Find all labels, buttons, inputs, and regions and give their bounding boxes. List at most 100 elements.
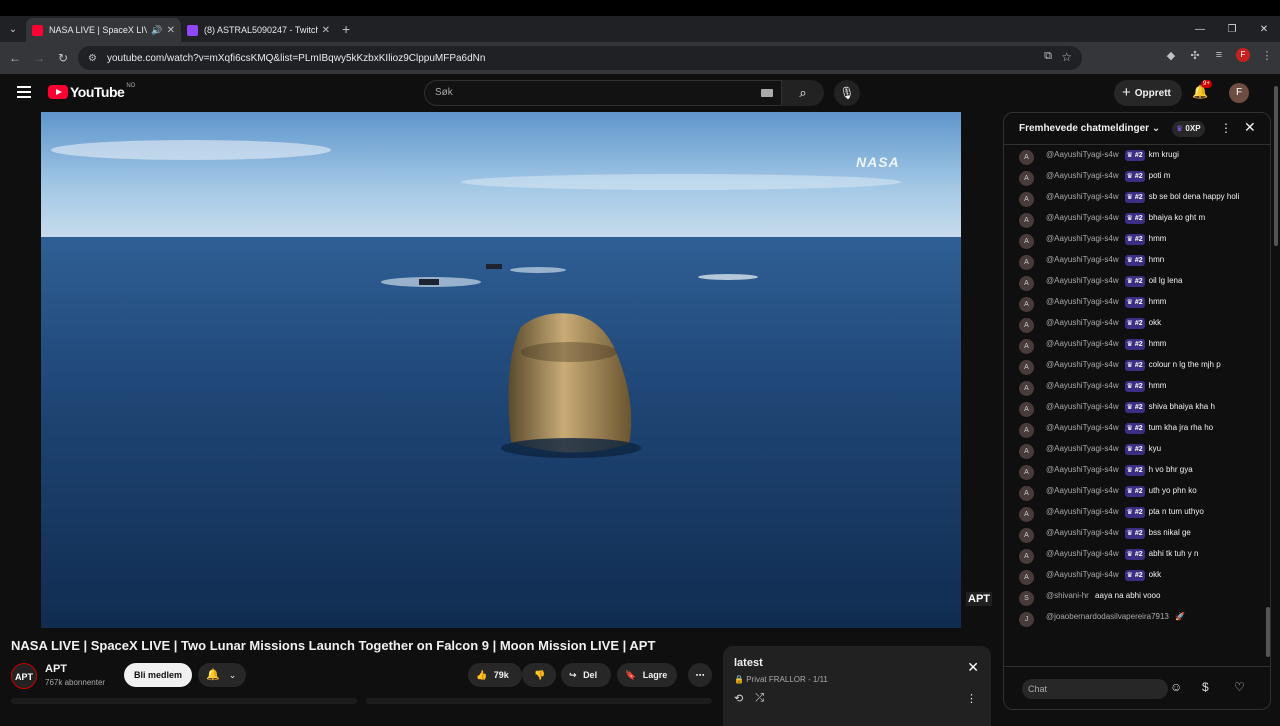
dislike-button[interactable]: 👎 [522, 663, 556, 687]
chat-user-avatar[interactable]: A [1019, 318, 1034, 333]
chat-user-avatar[interactable]: J [1019, 612, 1034, 627]
tab-twitch[interactable]: (8) ASTRAL5090247 - Twitch ✕ [181, 18, 336, 42]
chat-mode-dropdown[interactable]: Fremhevede chatmeldinger ⌄ [1019, 123, 1160, 134]
chat-user-avatar[interactable]: A [1019, 486, 1034, 501]
reload-icon[interactable]: ↻ [51, 51, 75, 65]
share-button[interactable]: ↪ Del [561, 663, 611, 687]
search-input[interactable]: Søk [424, 80, 782, 106]
channel-name[interactable]: APT [45, 663, 67, 675]
notifications-button[interactable]: 🔔 9+ [1192, 80, 1212, 100]
chat-message[interactable]: A @AayushiTyagi-s4w ♛ #2 colour n lg the mj… [1004, 356, 1262, 377]
chat-username[interactable]: @AayushiTyagi-s4w [1046, 192, 1119, 201]
chat-message[interactable]: J @joaobernardodasilvapereira7913 🚀 [1004, 608, 1262, 629]
account-avatar[interactable]: F [1229, 83, 1249, 103]
chat-username[interactable]: @AayushiTyagi-s4w [1046, 150, 1119, 159]
shuffle-icon[interactable]: ⤮ [755, 692, 764, 705]
speaker-icon[interactable]: 🔊 [151, 25, 162, 36]
chat-username[interactable]: @AayushiTyagi-s4w [1046, 276, 1119, 285]
chat-message[interactable]: A @AayushiTyagi-s4w ♛ #2 bhaiya ko ght m [1004, 209, 1262, 230]
chat-message[interactable]: A @AayushiTyagi-s4w ♛ #2 hmn [1004, 251, 1262, 272]
chat-username[interactable]: @AayushiTyagi-s4w [1046, 444, 1119, 453]
loop-icon[interactable]: ⟲ [734, 692, 743, 705]
playlist-title[interactable]: latest [734, 657, 763, 669]
chat-username[interactable]: @AayushiTyagi-s4w [1046, 318, 1119, 327]
close-window-icon[interactable]: ✕ [1248, 16, 1280, 42]
chat-user-avatar[interactable]: A [1019, 465, 1034, 480]
chat-user-avatar[interactable]: A [1019, 339, 1034, 354]
chat-username[interactable]: @AayushiTyagi-s4w [1046, 528, 1119, 537]
minimize-icon[interactable]: — [1184, 16, 1216, 42]
keyboard-icon[interactable] [761, 89, 773, 97]
hamburger-menu-icon[interactable] [17, 86, 31, 98]
chat-username[interactable]: @AayushiTyagi-s4w [1046, 549, 1119, 558]
chat-message[interactable]: A @AayushiTyagi-s4w ♛ #2 hmm [1004, 335, 1262, 356]
super-chat-icon[interactable]: $ [1202, 680, 1209, 694]
chat-username[interactable]: @AayushiTyagi-s4w [1046, 234, 1119, 243]
chat-username[interactable]: @AayushiTyagi-s4w [1046, 465, 1119, 474]
chat-user-avatar[interactable]: A [1019, 570, 1034, 585]
back-icon[interactable]: ← [3, 51, 27, 65]
join-button[interactable]: Bli medlem [124, 663, 192, 687]
channel-avatar[interactable]: APT [11, 663, 37, 689]
chat-message[interactable]: A @AayushiTyagi-s4w ♛ #2 km krugi [1004, 146, 1262, 167]
chat-message[interactable]: A @AayushiTyagi-s4w ♛ #2 kyu [1004, 440, 1262, 461]
chat-user-avatar[interactable]: A [1019, 381, 1034, 396]
chat-user-avatar[interactable]: S [1019, 591, 1034, 606]
profile-icon[interactable]: F [1236, 48, 1250, 62]
save-button[interactable]: 🔖 Lagre [617, 663, 677, 687]
chat-message[interactable]: A @AayushiTyagi-s4w ♛ #2 poti m [1004, 167, 1262, 188]
tab-search-icon[interactable]: ⌄ [0, 16, 26, 42]
new-tab-icon[interactable]: + [342, 21, 350, 37]
page-scrollbar[interactable] [1272, 74, 1280, 720]
chat-message[interactable]: A @AayushiTyagi-s4w ♛ #2 oil lg lena [1004, 272, 1262, 293]
forward-icon[interactable]: → [27, 51, 51, 65]
chat-message[interactable]: A @AayushiTyagi-s4w ♛ #2 uth yo phn ko [1004, 482, 1262, 503]
tab-youtube[interactable]: NASA LIVE | SpaceX LIVE | T 🔊 ✕ [26, 18, 181, 42]
xp-badge[interactable]: ♛ 0XP [1172, 121, 1205, 137]
chat-username[interactable]: @AayushiTyagi-s4w [1046, 402, 1119, 411]
chat-username[interactable]: @AayushiTyagi-s4w [1046, 360, 1119, 369]
chat-username[interactable]: @AayushiTyagi-s4w [1046, 423, 1119, 432]
chat-message[interactable]: A @AayushiTyagi-s4w ♛ #2 abhi tk tuh y n [1004, 545, 1262, 566]
subscription-bell-button[interactable]: 🔔 ⌄ [198, 663, 246, 687]
bookmark-star-icon[interactable]: ☆ [1061, 50, 1072, 64]
chat-user-avatar[interactable]: A [1019, 444, 1034, 459]
chat-username[interactable]: @AayushiTyagi-s4w [1046, 339, 1119, 348]
chat-username[interactable]: @AayushiTyagi-s4w [1046, 486, 1119, 495]
chat-message[interactable]: A @AayushiTyagi-s4w ♛ #2 hmm [1004, 293, 1262, 314]
chat-message[interactable]: A @AayushiTyagi-s4w ♛ #2 pta n tum uthyo [1004, 503, 1262, 524]
chat-message[interactable]: A @AayushiTyagi-s4w ♛ #2 h vo bhr gya [1004, 461, 1262, 482]
chat-message[interactable]: A @AayushiTyagi-s4w ♛ #2 shiva bhaiya kha h [1004, 398, 1262, 419]
chat-user-avatar[interactable]: A [1019, 528, 1034, 543]
chat-scrollbar[interactable] [1266, 147, 1270, 667]
chat-message[interactable]: S @shivani-hr aaya na abhi vooo [1004, 587, 1262, 608]
heart-icon[interactable]: ♡ [1234, 680, 1245, 694]
chat-input[interactable]: Chat [1022, 679, 1168, 699]
install-app-icon[interactable]: ⧉ [1044, 50, 1052, 63]
close-playlist-icon[interactable]: ✕ [967, 659, 979, 676]
chat-user-avatar[interactable]: A [1019, 150, 1034, 165]
chat-username[interactable]: @AayushiTyagi-s4w [1046, 297, 1119, 306]
chat-username[interactable]: @AayushiTyagi-s4w [1046, 255, 1119, 264]
chat-username[interactable]: @joaobernardodasilvapereira7913 [1046, 612, 1169, 621]
close-chat-icon[interactable]: ✕ [1244, 119, 1256, 136]
chat-user-avatar[interactable]: A [1019, 255, 1034, 270]
url-bar[interactable]: ⚙ youtube.com/watch?v=mXqfi6csKMQ&list=P… [78, 46, 1082, 70]
chat-message[interactable]: A @AayushiTyagi-s4w ♛ #2 bss nikal ge [1004, 524, 1262, 545]
chat-user-avatar[interactable]: A [1019, 213, 1034, 228]
close-tab-icon[interactable]: ✕ [322, 25, 330, 36]
chat-message[interactable]: A @AayushiTyagi-s4w ♛ #2 hmm [1004, 377, 1262, 398]
playlist-menu-icon[interactable]: ⋮ [966, 692, 977, 705]
media-control-icon[interactable]: ≡ [1212, 49, 1226, 61]
chat-user-avatar[interactable]: A [1019, 297, 1034, 312]
chat-user-avatar[interactable]: A [1019, 549, 1034, 564]
like-button[interactable]: 👍 79k [468, 663, 522, 687]
browser-menu-icon[interactable]: ⋮ [1260, 49, 1274, 62]
chat-message[interactable]: A @AayushiTyagi-s4w ♛ #2 tum kha jra rha ho [1004, 419, 1262, 440]
youtube-logo[interactable]: YouTube NO [48, 83, 135, 100]
chat-user-avatar[interactable]: A [1019, 402, 1034, 417]
emoji-icon[interactable]: ☺ [1170, 680, 1182, 694]
chat-message[interactable]: A @AayushiTyagi-s4w ♛ #2 hmm [1004, 230, 1262, 251]
create-button[interactable]: + Opprett [1114, 80, 1182, 106]
chat-username[interactable]: @AayushiTyagi-s4w [1046, 507, 1119, 516]
